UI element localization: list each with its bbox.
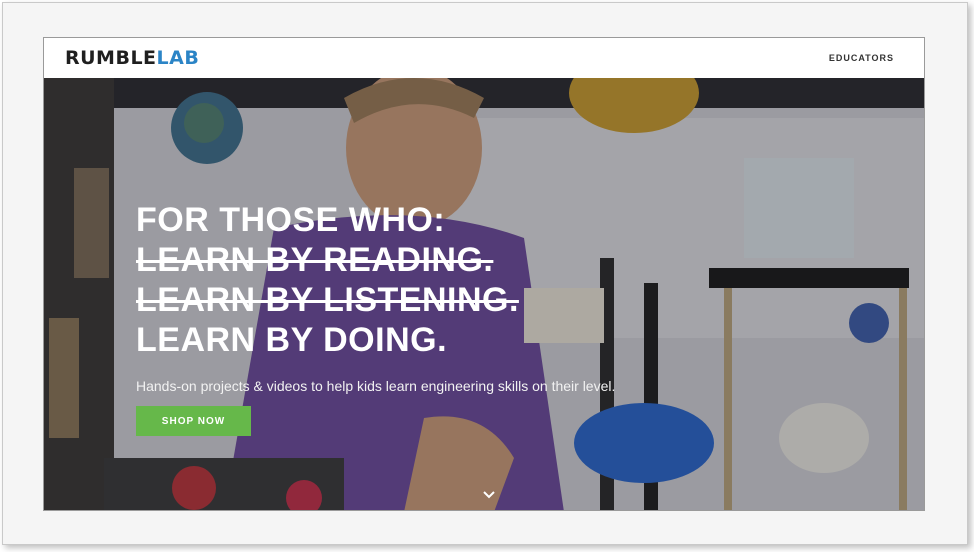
hero-section: FOR THOSE WHO: LEARN BY READING. LEARN B… <box>44 78 924 510</box>
rumblelab-logo[interactable]: RUMBLE LAB <box>65 47 199 69</box>
top-navbar: RUMBLE LAB EDUCATORS <box>44 38 924 78</box>
headline-line-1: FOR THOSE WHO: <box>136 201 446 239</box>
hero-headline: FOR THOSE WHO: LEARN BY READING. LEARN B… <box>136 200 519 360</box>
screenshot-frame: RUMBLE LAB EDUCATORS FOR THOSE WHO: LEAR… <box>2 2 968 545</box>
nav-link-educators[interactable]: EDUCATORS <box>829 53 894 63</box>
chevron-down-icon[interactable] <box>482 490 496 500</box>
website-viewport: RUMBLE LAB EDUCATORS FOR THOSE WHO: LEAR… <box>43 37 925 511</box>
headline-line-2-strikethrough: LEARN BY READING. <box>136 241 494 279</box>
shop-now-button[interactable]: SHOP NOW <box>136 406 251 436</box>
logo-text-lab: LAB <box>156 47 200 69</box>
logo-text-rumble: RUMBLE <box>65 47 157 69</box>
hero-subtitle: Hands-on projects & videos to help kids … <box>136 378 616 394</box>
headline-line-3-strikethrough: LEARN BY LISTENING. <box>136 281 519 319</box>
headline-line-4: LEARN BY DOING. <box>136 321 448 359</box>
